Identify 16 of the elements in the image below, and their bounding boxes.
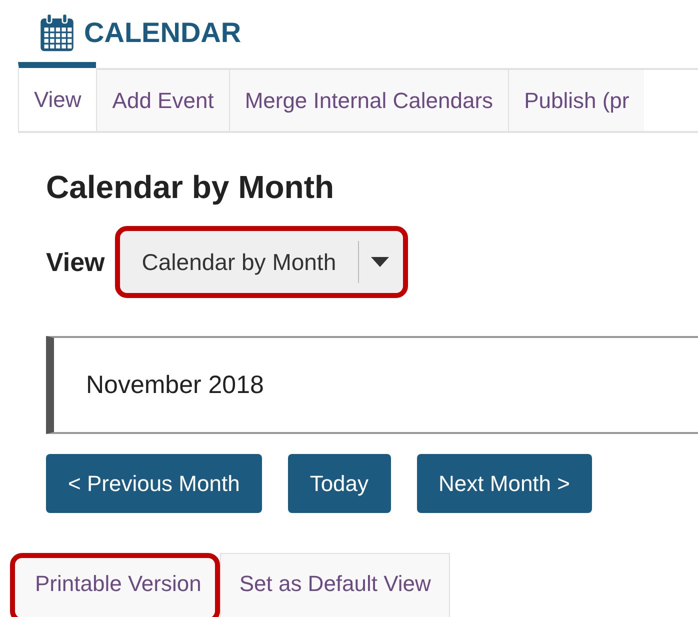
nav-button[interactable]: < Previous Month (46, 454, 262, 513)
nav-button[interactable]: Next Month > (416, 454, 592, 513)
view-link-tab[interactable]: Printable Version (10, 553, 220, 617)
tab[interactable]: Publish (pr (508, 70, 644, 131)
view-label: View (46, 246, 105, 278)
nav-button[interactable]: Today (288, 454, 391, 513)
tab[interactable]: Merge Internal Calendars (228, 70, 508, 131)
page-heading: Calendar by Month (46, 169, 336, 206)
view-link-tab[interactable]: Set as Default View (220, 553, 450, 617)
tool-title: CALENDAR (84, 17, 242, 49)
tab[interactable]: View (18, 62, 96, 131)
tab[interactable]: Add Event (96, 70, 229, 131)
calendar-icon (38, 13, 76, 53)
view-dropdown[interactable]: Calendar by Month (114, 226, 408, 298)
month-title: November 2018 (86, 370, 264, 400)
caret-icon (371, 257, 390, 267)
